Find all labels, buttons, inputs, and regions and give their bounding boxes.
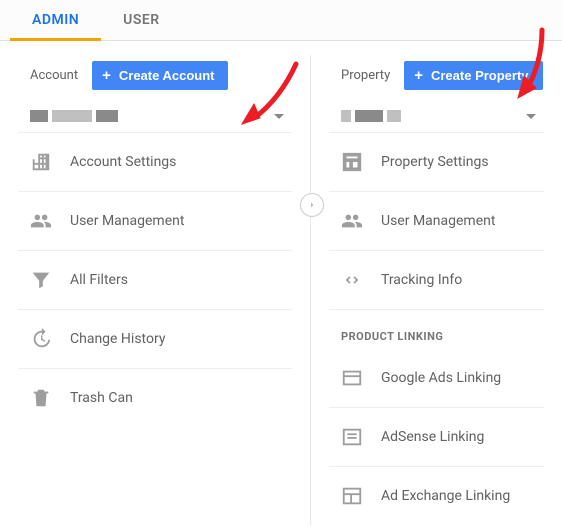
create-property-label: Create Property (431, 68, 529, 83)
account-trash-item[interactable]: Trash Can (18, 368, 292, 427)
create-property-button[interactable]: + Create Property (404, 61, 542, 90)
adsense-linking-item[interactable]: AdSense Linking (329, 407, 544, 466)
panel-icon (341, 367, 363, 389)
account-user-mgmt-item[interactable]: User Management (18, 191, 292, 250)
layout-icon (341, 151, 363, 173)
tab-user[interactable]: USER (101, 0, 182, 40)
grid-icon (341, 485, 363, 507)
people-icon (30, 210, 52, 232)
account-name-redacted (30, 110, 118, 122)
funnel-icon (30, 269, 52, 291)
account-history-item[interactable]: Change History (18, 309, 292, 368)
account-label: Account (30, 68, 78, 83)
building-icon (30, 151, 52, 173)
menu-label: All Filters (70, 271, 280, 289)
menu-label: AdSense Linking (381, 428, 532, 446)
code-icon (341, 269, 363, 291)
ad-exchange-linking-item[interactable]: Ad Exchange Linking (329, 466, 544, 525)
property-settings-item[interactable]: Property Settings (329, 132, 544, 191)
create-account-label: Create Account (119, 68, 215, 83)
product-linking-menu: Google Ads Linking AdSense Linking Ad Ex… (329, 349, 544, 525)
account-settings-item[interactable]: Account Settings (18, 132, 292, 191)
menu-label: Ad Exchange Linking (381, 487, 532, 505)
menu-label: User Management (381, 212, 532, 230)
account-column: Account + Create Account Account Setting… (0, 55, 310, 427)
menu-label: Account Settings (70, 153, 280, 171)
chevron-down-icon (526, 114, 536, 119)
plus-icon: + (102, 68, 111, 83)
account-selector[interactable] (18, 100, 292, 132)
tab-admin[interactable]: ADMIN (10, 0, 101, 40)
property-column: Property + Create Property Property Sett… (310, 55, 562, 525)
account-menu: Account Settings User Management All Fil… (18, 132, 292, 427)
menu-label: Google Ads Linking (381, 369, 532, 387)
menu-label: Tracking Info (381, 271, 532, 289)
chevron-down-icon (274, 114, 284, 119)
property-name-redacted (341, 110, 401, 122)
property-menu: Property Settings User Management Tracki… (329, 132, 544, 309)
menu-label: User Management (70, 212, 280, 230)
tracking-info-item[interactable]: Tracking Info (329, 250, 544, 309)
create-account-button[interactable]: + Create Account (92, 61, 228, 90)
product-linking-header: PRODUCT LINKING (329, 309, 544, 349)
menu-label: Trash Can (70, 389, 280, 407)
property-selector[interactable] (329, 100, 544, 132)
history-icon (30, 328, 52, 350)
property-user-mgmt-item[interactable]: User Management (329, 191, 544, 250)
menu-label: Property Settings (381, 153, 532, 171)
menu-label: Change History (70, 330, 280, 348)
property-label: Property (341, 68, 390, 83)
transfer-arrow-icon[interactable] (300, 193, 324, 217)
plus-icon: + (414, 68, 423, 83)
people-icon (341, 210, 363, 232)
list-icon (341, 426, 363, 448)
account-filters-item[interactable]: All Filters (18, 250, 292, 309)
trash-icon (30, 387, 52, 409)
google-ads-linking-item[interactable]: Google Ads Linking (329, 349, 544, 407)
admin-tabs: ADMIN USER (0, 0, 562, 41)
